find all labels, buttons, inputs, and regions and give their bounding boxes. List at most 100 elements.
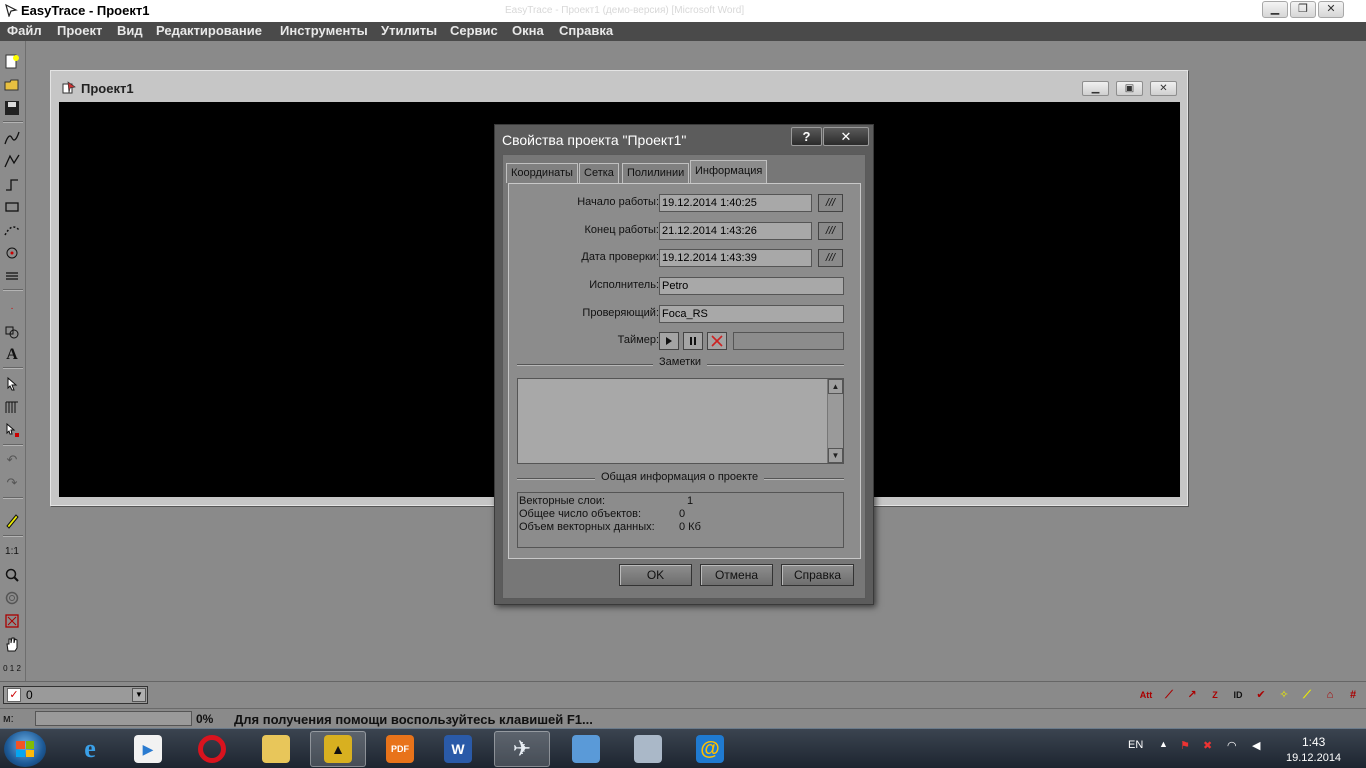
undo-icon[interactable]: ↶ (3, 451, 21, 469)
menu-view[interactable]: Вид (117, 23, 143, 38)
project-window-title: Проект1 (81, 81, 134, 96)
z-coordinate-icon[interactable]: Z (1206, 686, 1224, 704)
start-button[interactable] (4, 731, 46, 767)
tray-flag-icon[interactable]: ⚑ (1180, 739, 1190, 752)
timer-pause-button[interactable] (683, 332, 703, 350)
ruler-icon[interactable]: 0 1 2 (3, 659, 21, 677)
chevron-down-icon[interactable]: ▼ (132, 688, 146, 702)
hatch-icon[interactable] (3, 267, 21, 285)
pencil-icon[interactable] (3, 512, 21, 530)
node-icon[interactable]: · (3, 299, 21, 317)
menu-file[interactable]: Файл (7, 23, 42, 38)
language-indicator[interactable]: EN (1128, 739, 1143, 751)
grid-icon[interactable]: # (1344, 686, 1362, 704)
tray-network-icon[interactable]: ◠ (1227, 739, 1237, 752)
zoom-icon[interactable] (3, 566, 21, 584)
taskbar-mail-agent[interactable]: @ (682, 731, 738, 767)
dialog-title: Свойства проекта "Проект1" (502, 132, 687, 148)
polyline-icon[interactable] (3, 129, 21, 147)
save-icon[interactable] (3, 99, 21, 117)
scroll-down-icon[interactable]: ▼ (828, 448, 843, 463)
check-icon[interactable]: ✔ (1252, 686, 1270, 704)
home-icon[interactable]: ⌂ (1321, 686, 1339, 704)
project-restore-button[interactable]: ▣ (1116, 81, 1143, 96)
cancel-button[interactable]: Отмена (700, 564, 773, 586)
taskbar-network[interactable] (620, 731, 676, 767)
shapes-icon[interactable] (3, 323, 21, 341)
toolbar-divider (3, 535, 23, 537)
start-field[interactable]: 19.12.2014 1:40:25 (659, 194, 812, 212)
taskbar-internet-explorer[interactable]: e (62, 731, 118, 767)
end-set-button[interactable]: /// (818, 222, 843, 240)
scroll-up-icon[interactable]: ▲ (828, 379, 843, 394)
layer-select[interactable]: ✓ 0 ▼ (3, 686, 148, 704)
end-field[interactable]: 21.12.2014 1:43:26 (659, 222, 812, 240)
select-arrow-icon[interactable] (3, 375, 21, 393)
taskbar-media-player[interactable]: ▶ (120, 731, 176, 767)
layer-visible-checkbox[interactable]: ✓ (7, 688, 21, 702)
taskbar-easytrace[interactable]: ▲ (310, 731, 366, 767)
check-date-set-button[interactable]: /// (818, 249, 843, 267)
zoom-extents-icon[interactable] (3, 612, 21, 630)
attribute-icon[interactable]: Att (1137, 686, 1155, 704)
pan-hand-icon[interactable] (3, 635, 21, 653)
taskbar-word[interactable]: W (430, 731, 486, 767)
tab-information[interactable]: Информация (690, 160, 768, 184)
tray-expand-icon[interactable]: ▲ (1159, 739, 1168, 749)
timer-reset-button[interactable] (707, 332, 727, 350)
taskbar-explorer[interactable] (248, 731, 304, 767)
start-set-button[interactable]: /// (818, 194, 843, 212)
menu-windows[interactable]: Окна (512, 23, 544, 38)
project-minimize-button[interactable]: ▁ (1082, 81, 1109, 96)
tab-grid[interactable]: Сетка (579, 163, 619, 183)
rectangle-icon[interactable] (3, 198, 21, 216)
taskbar-picture-viewer[interactable] (558, 731, 614, 767)
restore-button[interactable]: ❐ (1290, 1, 1316, 18)
select-nodes-icon[interactable] (3, 421, 21, 439)
clock-time[interactable]: 1:43 (1302, 735, 1325, 749)
taskbar-opera[interactable] (184, 731, 240, 767)
notes-scrollbar[interactable]: ▲ ▼ (827, 379, 843, 463)
menu-help[interactable]: Справка (559, 23, 613, 38)
zoom-1-1-icon[interactable]: 1:1 (3, 542, 21, 560)
redo-icon[interactable]: ↷ (3, 474, 21, 492)
menu-edit[interactable]: Редактирование (156, 23, 262, 38)
executor-field[interactable]: Petro (659, 277, 844, 295)
dialog-close-button[interactable]: ✕ (823, 127, 869, 146)
ok-button[interactable]: OK (619, 564, 692, 586)
notes-textarea[interactable]: ▲ ▼ (517, 378, 844, 464)
tray-volume-icon[interactable]: ◀ (1252, 739, 1260, 752)
check-date-field[interactable]: 19.12.2014 1:43:39 (659, 249, 812, 267)
point-icon[interactable] (3, 244, 21, 262)
text-tool-icon[interactable]: A (3, 346, 21, 364)
line-icon[interactable] (3, 152, 21, 170)
snap-vertex-icon[interactable]: ⟋ (1298, 686, 1316, 704)
menu-utilities[interactable]: Утилиты (381, 23, 437, 38)
tray-antivirus-icon[interactable]: ✖ (1203, 739, 1212, 752)
step-line-icon[interactable] (3, 175, 21, 193)
tab-polylines[interactable]: Полилинии (622, 163, 690, 183)
tab-coordinates[interactable]: Координаты (506, 163, 578, 183)
timer-play-button[interactable] (659, 332, 679, 350)
clock-date[interactable]: 19.12.2014 (1286, 752, 1341, 764)
snap-node-icon[interactable]: ✧ (1275, 686, 1293, 704)
id-icon[interactable]: ID (1229, 686, 1247, 704)
menu-tools[interactable]: Инструменты (280, 23, 368, 38)
dialog-help-button[interactable]: ? (791, 127, 822, 146)
zoom-out-icon[interactable] (3, 589, 21, 607)
close-button[interactable]: ✕ (1318, 1, 1344, 18)
menu-service[interactable]: Сервис (450, 23, 498, 38)
checker-field[interactable]: Foca_RS (659, 305, 844, 323)
taskbar-mail-plane[interactable]: ✈ (494, 731, 550, 767)
dotted-curve-icon[interactable] (3, 221, 21, 239)
select-multiple-icon[interactable] (3, 398, 21, 416)
project-close-button[interactable]: ✕ (1150, 81, 1177, 96)
help-button[interactable]: Справка (781, 564, 854, 586)
minimize-button[interactable]: ▁ (1262, 1, 1288, 18)
new-project-icon[interactable] (3, 53, 21, 71)
menu-project[interactable]: Проект (57, 23, 102, 38)
snap-line-icon[interactable]: ⟋ (1160, 686, 1178, 704)
open-folder-icon[interactable] (3, 76, 21, 94)
taskbar-pdf[interactable]: PDF (372, 731, 428, 767)
snap-arrow-icon[interactable]: ↗ (1183, 686, 1201, 704)
